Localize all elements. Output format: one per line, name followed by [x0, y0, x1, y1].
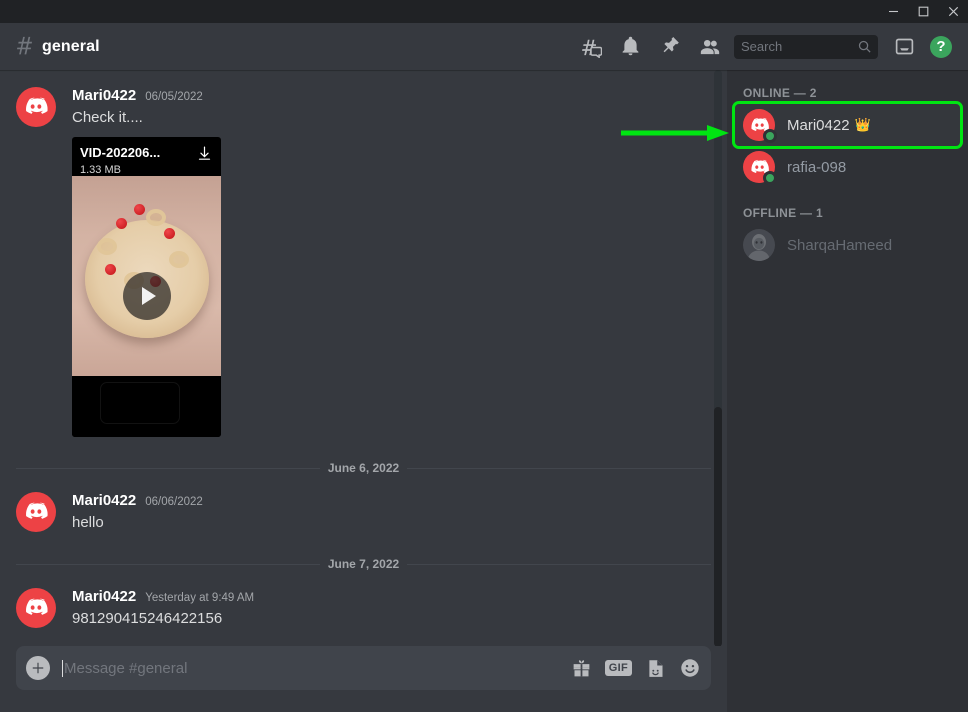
composer-placeholder: Message #general — [64, 659, 188, 677]
composer-container: Message #general GIF — [0, 646, 727, 712]
attachment-filename: VID-202206... — [80, 145, 161, 160]
window-titlebar — [0, 0, 968, 23]
date-divider: June 6, 2022 — [16, 461, 712, 475]
message-text: 981290415246422156 — [72, 610, 223, 627]
message-body: Mari0422 06/06/2022 hello — [72, 492, 711, 533]
channel-header: general Search ? — [0, 23, 968, 70]
member-name: Mari0422 — [787, 116, 850, 134]
add-attachment-icon[interactable] — [26, 656, 50, 680]
avatar[interactable] — [16, 588, 56, 628]
message-item: Mari0422 Yesterday at 9:49 AM 9812904152… — [0, 584, 727, 631]
play-button[interactable] — [122, 272, 171, 320]
member-avatar-wrap — [743, 229, 775, 261]
pastry-ring-graphic — [146, 209, 166, 226]
online-status-indicator — [763, 129, 777, 143]
message-scrollbar-thumb[interactable] — [714, 407, 722, 646]
attachment-name-row: VID-202206... — [80, 145, 213, 162]
pin-icon[interactable] — [650, 27, 690, 67]
attachment-filesize: 1.33 MB — [80, 164, 121, 176]
message-timestamp: 06/05/2022 — [145, 91, 203, 103]
window-close-button[interactable] — [938, 0, 968, 23]
avatar[interactable] — [16, 87, 56, 127]
video-attachment[interactable]: VID-202206... 1.33 MB — [72, 137, 221, 437]
download-icon[interactable] — [196, 145, 213, 162]
sticker-icon[interactable] — [645, 658, 666, 679]
bell-icon[interactable] — [610, 27, 650, 67]
message-composer[interactable]: Message #general GIF — [16, 646, 711, 690]
member-name: SharqaHameed — [787, 236, 893, 254]
avatar — [743, 229, 775, 261]
message-body: Mari0422 Yesterday at 9:49 AM 9812904152… — [72, 588, 711, 629]
member-avatar-wrap — [743, 151, 777, 185]
search-input[interactable]: Search — [734, 34, 878, 59]
gift-icon[interactable] — [571, 658, 592, 679]
window-maximize-button[interactable] — [908, 0, 938, 23]
message-author[interactable]: Mari0422 — [72, 588, 136, 605]
gif-icon[interactable]: GIF — [604, 660, 632, 676]
hash-icon — [14, 36, 35, 57]
inbox-icon[interactable] — [884, 27, 924, 67]
member-avatar-wrap — [743, 109, 777, 143]
online-group-title: ONLINE — 2 — [743, 86, 817, 100]
app-body: Mari0422 06/05/2022 Check it.... VID-202… — [0, 70, 968, 712]
divider-line — [16, 467, 320, 469]
message-text: Check it.... — [72, 109, 143, 126]
berry-graphic — [105, 264, 116, 275]
berry-graphic — [116, 218, 127, 229]
attachment-info-bar: VID-202206... 1.33 MB — [72, 137, 221, 182]
divider-line — [407, 563, 712, 565]
divider-line — [407, 467, 712, 469]
divider-label: June 6, 2022 — [327, 461, 400, 475]
message-header: Mari0422 06/06/2022 — [72, 492, 711, 509]
member-item-sharqahameed[interactable]: SharqaHameed — [735, 224, 960, 266]
message-item: Mari0422 06/05/2022 Check it.... VID-202… — [0, 83, 727, 439]
emoji-icon[interactable] — [679, 657, 701, 679]
message-body: Mari0422 06/05/2022 Check it.... VID-202… — [72, 87, 711, 437]
threads-icon[interactable] — [570, 27, 610, 67]
message-timestamp: 06/06/2022 — [145, 496, 203, 508]
message-input[interactable]: Message #general — [62, 659, 571, 677]
channel-name: general — [42, 37, 100, 55]
pastry-ring-graphic — [97, 238, 117, 255]
window-minimize-button[interactable] — [878, 0, 908, 23]
message-item: Mari0422 06/06/2022 hello — [0, 488, 727, 535]
text-caret — [62, 659, 63, 677]
discord-app: general Search ? Mari0422 06/05/2022 Che… — [0, 23, 968, 712]
header-actions: Search ? — [570, 27, 960, 67]
pastry-ring-graphic — [169, 251, 189, 268]
video-letterbox — [72, 376, 221, 437]
member-item-rafia-098[interactable]: rafia-098 — [735, 146, 960, 188]
search-icon — [857, 39, 872, 54]
member-name: rafia-098 — [787, 158, 847, 176]
avatar[interactable] — [16, 492, 56, 532]
message-timestamp: Yesterday at 9:49 AM — [145, 592, 255, 604]
search-placeholder: Search — [741, 39, 783, 54]
members-icon[interactable] — [690, 27, 730, 67]
message-author[interactable]: Mari0422 — [72, 492, 136, 509]
chat-column: Mari0422 06/05/2022 Check it.... VID-202… — [0, 70, 727, 712]
message-list: Mari0422 06/05/2022 Check it.... VID-202… — [0, 70, 727, 646]
crown-icon: 👑 — [854, 117, 871, 132]
message-header: Mari0422 06/05/2022 — [72, 87, 711, 104]
message-author[interactable]: Mari0422 — [72, 87, 136, 104]
help-button[interactable]: ? — [930, 35, 952, 58]
divider-line — [16, 563, 320, 565]
member-list: ONLINE — 2 Mari0422 👑 rafia-098 OFFLINE … — [727, 70, 968, 712]
date-divider: June 7, 2022 — [16, 557, 712, 571]
berry-graphic — [164, 228, 175, 239]
message-header: Mari0422 Yesterday at 9:49 AM — [72, 588, 711, 605]
berry-graphic — [134, 204, 145, 215]
divider-label: June 7, 2022 — [327, 557, 400, 571]
member-item-mari0422[interactable]: Mari0422 👑 — [732, 101, 963, 149]
message-text: hello — [72, 514, 104, 531]
offline-group-title: OFFLINE — 1 — [743, 206, 823, 220]
composer-actions: GIF — [571, 657, 701, 679]
online-status-indicator — [763, 171, 777, 185]
play-triangle-icon — [141, 287, 156, 305]
